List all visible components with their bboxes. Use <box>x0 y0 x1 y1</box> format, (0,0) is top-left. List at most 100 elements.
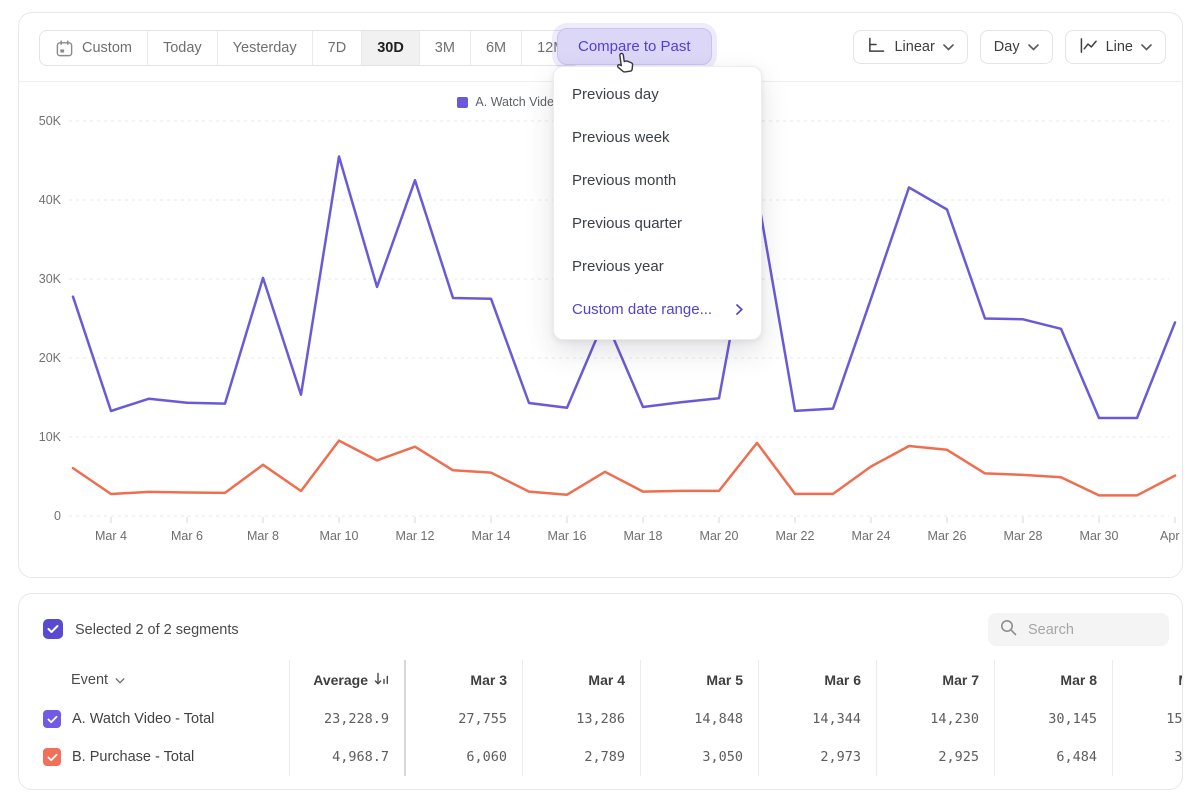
svg-text:Mar 8: Mar 8 <box>247 529 279 543</box>
table-row[interactable]: A. Watch Video - Total 23,228.9 27,755 13,2… <box>19 700 1183 738</box>
date-preset-30d[interactable]: 30D <box>361 31 419 65</box>
menu-item-previous-quarter[interactable]: Previous quarter <box>554 202 761 245</box>
scale-select-button[interactable]: Linear <box>853 30 967 64</box>
chevron-down-icon <box>115 672 125 688</box>
day-value: 2,973 <box>820 749 861 765</box>
legend-swatch <box>457 97 468 108</box>
svg-text:Mar 28: Mar 28 <box>1004 529 1043 543</box>
line-chart-icon <box>1079 37 1098 58</box>
chart-display-controls: Linear Day Line <box>853 30 1166 64</box>
date-preset-label: Yesterday <box>233 40 297 56</box>
svg-text:Mar 14: Mar 14 <box>472 529 511 543</box>
svg-text:Mar 26: Mar 26 <box>928 529 967 543</box>
svg-text:Mar 22: Mar 22 <box>776 529 815 543</box>
menu-item-custom-date-range[interactable]: Custom date range... <box>554 288 761 331</box>
average-value: 23,228.9 <box>324 711 389 727</box>
date-preset-label: 6M <box>486 40 506 56</box>
segment-label: A. Watch Video - Total <box>72 711 214 727</box>
search-input[interactable] <box>1026 621 1159 639</box>
selected-segments-label: Selected 2 of 2 segments <box>75 622 239 638</box>
day-value: 2,925 <box>938 749 979 765</box>
day-value: 6,484 <box>1056 749 1097 765</box>
calendar-icon <box>55 39 74 58</box>
segment-label: B. Purchase - Total <box>72 749 194 765</box>
day-value: 3,162 <box>1174 749 1183 765</box>
day-value: 6,060 <box>466 749 507 765</box>
date-preset-label: Custom <box>82 40 132 56</box>
svg-text:50K: 50K <box>39 114 62 128</box>
mouse-pointer-cursor <box>610 48 640 82</box>
menu-item-previous-day[interactable]: Previous day <box>554 73 761 116</box>
date-preset-label: 3M <box>435 40 455 56</box>
date-preset-3m[interactable]: 3M <box>419 31 470 65</box>
svg-text:Mar 30: Mar 30 <box>1080 529 1119 543</box>
svg-text:Mar 24: Mar 24 <box>852 529 891 543</box>
svg-text:10K: 10K <box>39 430 62 444</box>
menu-item-previous-week[interactable]: Previous week <box>554 116 761 159</box>
svg-text:0: 0 <box>54 509 61 523</box>
chart-type-select-button[interactable]: Line <box>1065 30 1166 64</box>
day-column-header[interactable]: Mar 3 <box>404 660 522 700</box>
day-column-header[interactable]: Mar 7 <box>876 660 994 700</box>
svg-text:Apr 1: Apr 1 <box>1160 529 1184 543</box>
day-value: 14,344 <box>812 711 861 727</box>
search-icon <box>1000 619 1017 641</box>
menu-item-previous-year[interactable]: Previous year <box>554 245 761 288</box>
custom-date-range-label: Custom date range... <box>572 301 712 318</box>
svg-text:Mar 10: Mar 10 <box>320 529 359 543</box>
select-all-segments-checkbox[interactable] <box>43 619 63 639</box>
segments-table: Event Average Mar 3Mar 4Mar 5Mar 6Mar 7M… <box>19 660 1183 776</box>
table-row[interactable]: B. Purchase - Total4,968.76,0602,7893,05… <box>19 738 1183 776</box>
date-preset-custom[interactable]: Custom <box>40 31 147 65</box>
chevron-down-icon <box>1028 39 1039 55</box>
day-value: 14,848 <box>694 711 743 727</box>
chevron-down-icon <box>943 39 954 55</box>
svg-text:20K: 20K <box>39 351 62 365</box>
day-value: 14,230 <box>930 711 979 727</box>
svg-text:Mar 18: Mar 18 <box>624 529 663 543</box>
date-preset-7d[interactable]: 7D <box>312 31 362 65</box>
granularity-select-button[interactable]: Day <box>980 30 1053 64</box>
svg-text:30K: 30K <box>39 272 62 286</box>
svg-text:40K: 40K <box>39 193 62 207</box>
svg-text:Mar 16: Mar 16 <box>548 529 587 543</box>
search-box[interactable] <box>988 613 1169 646</box>
date-preset-label: 30D <box>377 40 404 56</box>
svg-text:Mar 4: Mar 4 <box>95 529 127 543</box>
average-header-label: Average <box>313 672 368 688</box>
day-column-header[interactable]: Mar 4 <box>522 660 640 700</box>
date-preset-label: Today <box>163 40 202 56</box>
day-column-header[interactable]: Mar 6 <box>758 660 876 700</box>
event-header-label: Event <box>71 672 108 688</box>
chart-type-label: Line <box>1106 39 1133 55</box>
svg-text:Mar 20: Mar 20 <box>700 529 739 543</box>
event-column-header[interactable]: Event <box>19 660 289 700</box>
day-column-header[interactable]: Mar 5 <box>640 660 758 700</box>
analytics-dashboard: CustomTodayYesterday7D30D3M6M12M Compare… <box>0 0 1200 802</box>
day-value: 27,755 <box>458 711 507 727</box>
day-column-header[interactable]: Mar 8 <box>994 660 1112 700</box>
segments-table-card: Selected 2 of 2 segments Event Average M… <box>18 593 1183 790</box>
date-preset-yesterday[interactable]: Yesterday <box>217 31 312 65</box>
chevron-right-icon <box>736 304 743 315</box>
segment-checkbox[interactable] <box>43 710 61 728</box>
date-preset-6m[interactable]: 6M <box>470 31 521 65</box>
axes-icon <box>867 37 886 58</box>
average-value: 4,968.7 <box>332 749 389 765</box>
date-range-presets: CustomTodayYesterday7D30D3M6M12M <box>39 30 581 66</box>
chevron-down-icon <box>1141 39 1152 55</box>
segment-checkbox[interactable] <box>43 748 61 766</box>
day-value: 30,145 <box>1048 711 1097 727</box>
menu-item-previous-month[interactable]: Previous month <box>554 159 761 202</box>
compare-to-past-menu: Previous dayPrevious weekPrevious monthP… <box>553 66 762 340</box>
svg-text:Mar 12: Mar 12 <box>396 529 435 543</box>
day-value: 13,286 <box>576 711 625 727</box>
scale-label: Linear <box>894 39 934 55</box>
day-value: 3,050 <box>702 749 743 765</box>
table-header-row: Event Average Mar 3Mar 4Mar 5Mar 6Mar 7M… <box>19 660 1183 700</box>
date-preset-today[interactable]: Today <box>147 31 217 65</box>
granularity-label: Day <box>994 39 1020 55</box>
day-column-header[interactable]: Mar 9 <box>1112 660 1183 700</box>
average-column-header[interactable]: Average <box>289 660 404 700</box>
svg-text:Mar 6: Mar 6 <box>171 529 203 543</box>
